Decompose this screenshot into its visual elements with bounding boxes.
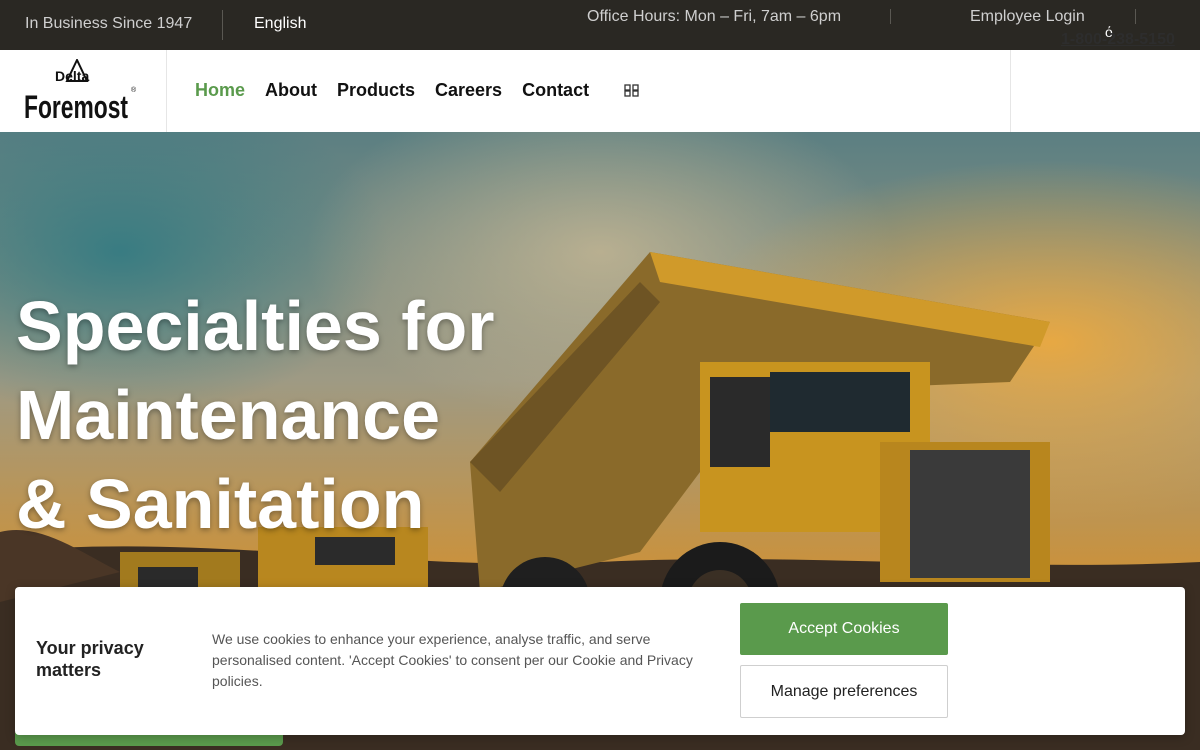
- cookie-text: We use cookies to enhance your experienc…: [212, 631, 693, 689]
- nav-products[interactable]: Products: [337, 80, 415, 101]
- cookie-banner: Your privacy matters We use cookies to e…: [15, 587, 1185, 735]
- top-bar: In Business Since 1947 English Office Ho…: [0, 0, 1200, 50]
- divider: [222, 10, 223, 40]
- divider: [890, 9, 891, 24]
- employee-login-link[interactable]: Employee Login: [970, 8, 1085, 26]
- hero-title-line: & Sanitation: [16, 465, 425, 543]
- main-nav: Home About Products Careers Contact: [195, 80, 609, 101]
- cookie-title: Your privacy matters: [36, 638, 144, 680]
- divider: [1135, 9, 1136, 24]
- header-phone-area: [1010, 50, 1200, 132]
- phone-link[interactable]: 1-800-238-5150: [1061, 31, 1175, 49]
- office-hours: Office Hours: Mon – Fri, 7am – 6pm: [587, 8, 842, 25]
- delta-foremost-logo-icon: Delta Foremost ®: [24, 59, 137, 123]
- nav-contact[interactable]: Contact: [522, 80, 589, 101]
- manage-preferences-button[interactable]: Manage preferences: [740, 665, 948, 718]
- hero-title: Specialties for Maintenance & Sanitation: [16, 282, 636, 549]
- accept-cookies-button[interactable]: Accept Cookies: [740, 603, 948, 655]
- nav-careers[interactable]: Careers: [435, 80, 502, 101]
- site-header: Delta Foremost ® Home About Products Car…: [0, 50, 1200, 132]
- since-text: In Business Since 1947: [25, 15, 193, 32]
- nav-about[interactable]: About: [265, 80, 317, 101]
- hero-title-line: Specialties for: [16, 287, 495, 365]
- svg-text:Delta: Delta: [55, 68, 89, 84]
- hero-title-line: Maintenance: [16, 376, 440, 454]
- nav-home[interactable]: Home: [195, 80, 245, 101]
- svg-text:Foremost: Foremost: [24, 89, 128, 123]
- grid-menu-icon[interactable]: [624, 83, 639, 98]
- logo[interactable]: Delta Foremost ®: [0, 50, 167, 132]
- language-selector[interactable]: English: [254, 15, 306, 33]
- svg-text:®: ®: [131, 86, 137, 94]
